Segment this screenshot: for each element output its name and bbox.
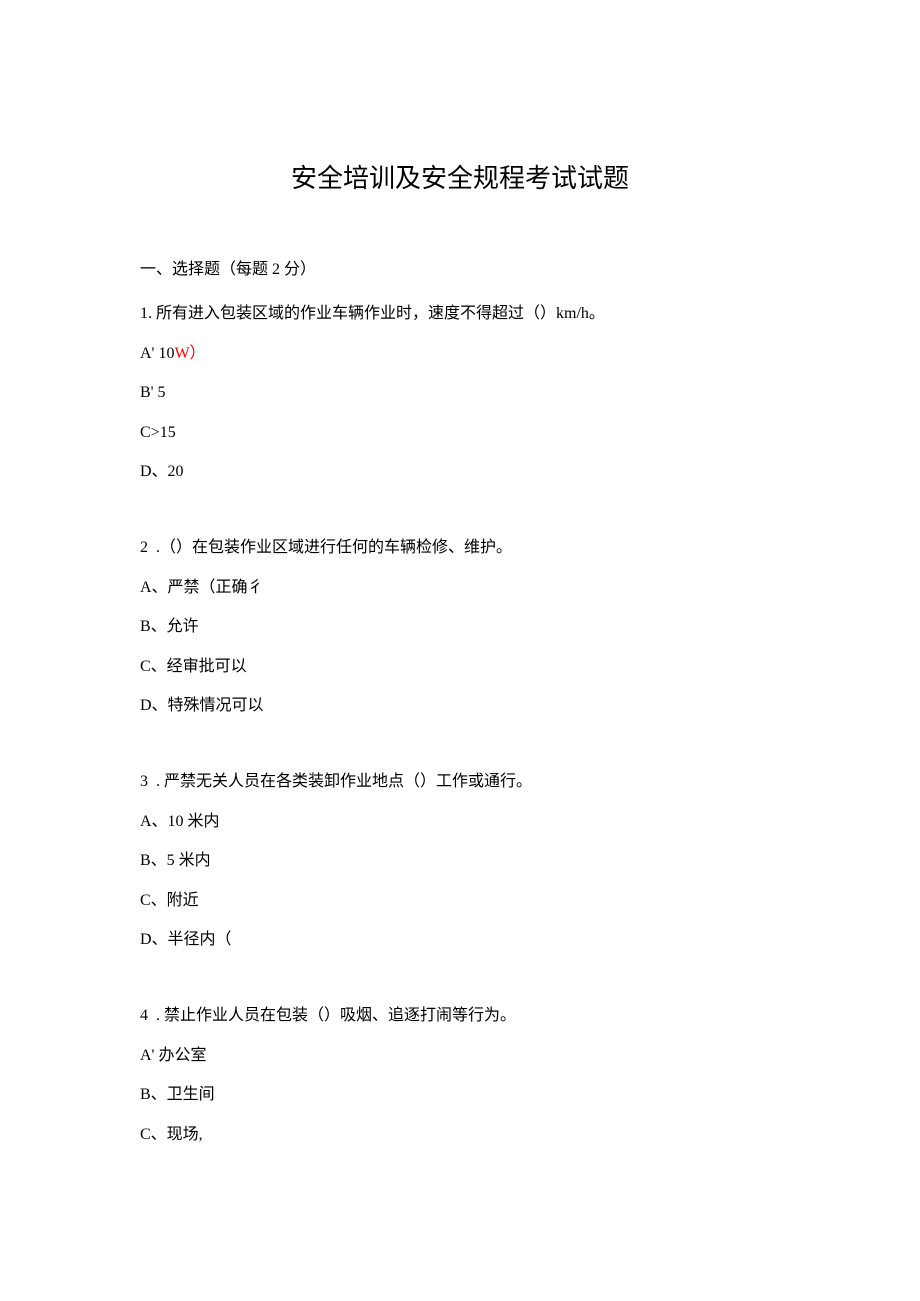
option-text: D、特殊情况可以 xyxy=(140,697,264,714)
question-4-option-b: B、卫生间 xyxy=(140,1082,780,1108)
section-header: 一、选择题（每题 2 分） xyxy=(140,255,780,279)
option-text: D、20 xyxy=(140,463,184,480)
question-4-option-c: C、现场, xyxy=(140,1122,780,1148)
option-text: A' 10 xyxy=(140,345,174,362)
option-text: B、5 米内 xyxy=(140,852,211,869)
option-text: A、严禁（正确彳 xyxy=(140,579,264,596)
question-2: 2 .（）在包装作业区域进行任何的车辆检修、维护。 xyxy=(140,535,780,561)
option-text: A、10 米内 xyxy=(140,813,220,830)
option-text: C、现场, xyxy=(140,1126,203,1143)
option-text: B、卫生间 xyxy=(140,1086,215,1103)
option-text: C、经审批可以 xyxy=(140,658,247,675)
option-text: C、附近 xyxy=(140,892,199,909)
question-2-option-b: B、允许 xyxy=(140,614,780,640)
question-3-option-a: A、10 米内 xyxy=(140,809,780,835)
question-2-option-a: A、严禁（正确彳 xyxy=(140,575,780,601)
question-1-option-d: D、20 xyxy=(140,459,780,485)
option-text: A' 办公室 xyxy=(140,1047,206,1064)
option-text: C>15 xyxy=(140,424,176,441)
question-3-option-c: C、附近 xyxy=(140,888,780,914)
question-1-option-a: A' 10W） xyxy=(140,341,780,367)
question-2-option-c: C、经审批可以 xyxy=(140,654,780,680)
option-mark: W） xyxy=(174,345,205,362)
option-text: D、半径内（ xyxy=(140,931,232,948)
question-3: 3 . 严禁无关人员在各类装卸作业地点（）工作或通行。 xyxy=(140,769,780,795)
question-2-text: 2 .（）在包装作业区域进行任何的车辆检修、维护。 xyxy=(140,539,512,556)
question-4: 4 . 禁止作业人员在包装（）吸烟、追逐打闹等行为。 xyxy=(140,1003,780,1029)
option-text: B、允许 xyxy=(140,618,199,635)
option-text: B' 5 xyxy=(140,384,166,401)
question-1: 1. 所有进入包装区域的作业车辆作业时，速度不得超过（）km/h。 xyxy=(140,301,780,327)
question-1-text: 1. 所有进入包装区域的作业车辆作业时，速度不得超过（）km/h。 xyxy=(140,305,605,322)
question-3-text: 3 . 严禁无关人员在各类装卸作业地点（）工作或通行。 xyxy=(140,773,532,790)
question-3-option-d: D、半径内（ xyxy=(140,927,780,953)
document-title: 安全培训及安全规程考试试题 xyxy=(140,158,780,195)
question-4-option-a: A' 办公室 xyxy=(140,1043,780,1069)
question-1-option-b: B' 5 xyxy=(140,380,780,406)
question-2-option-d: D、特殊情况可以 xyxy=(140,693,780,719)
question-1-option-c: C>15 xyxy=(140,420,780,446)
question-3-option-b: B、5 米内 xyxy=(140,848,780,874)
question-4-text: 4 . 禁止作业人员在包装（）吸烟、追逐打闹等行为。 xyxy=(140,1007,516,1024)
